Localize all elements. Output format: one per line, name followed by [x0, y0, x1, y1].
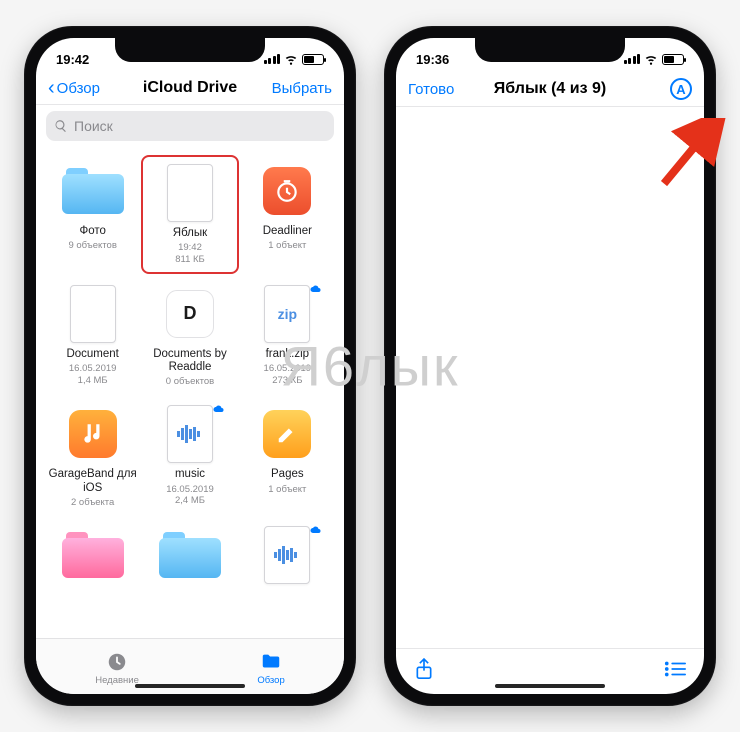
- file-item[interactable]: [143, 521, 236, 595]
- file-meta: 16.05.20191,4 МБ: [69, 363, 117, 387]
- home-indicator[interactable]: [495, 684, 605, 688]
- cell-signal-icon: [624, 54, 641, 64]
- file-name: Documents by Readdle: [145, 348, 234, 374]
- file-meta: 19:42811 КБ: [175, 242, 205, 266]
- file-meta: 2 объекта: [71, 497, 114, 509]
- list-icon: [664, 660, 686, 678]
- file-meta: 16.05.20192,4 МБ: [166, 484, 214, 508]
- file-name: Яблык: [173, 227, 207, 240]
- page-title: Яблык (4 из 9): [494, 80, 606, 98]
- phone-right: 19:36 Готово Яблык (4 из 9) A: [384, 26, 716, 706]
- tab-browse[interactable]: Обзор: [257, 651, 284, 686]
- file-meta: 1 объект: [268, 240, 306, 252]
- status-time: 19:42: [56, 52, 89, 67]
- file-name: Document: [66, 348, 118, 361]
- file-item[interactable]: Deadliner 1 объект: [241, 157, 334, 272]
- callout-arrow: [648, 118, 728, 203]
- file-item[interactable]: zipfrank.zip16.05.2019273 КБ: [241, 280, 334, 392]
- home-indicator[interactable]: [135, 684, 245, 688]
- back-button[interactable]: ‹ Обзор: [48, 78, 120, 98]
- file-name: music: [175, 468, 205, 481]
- file-meta: 1 объект: [268, 484, 306, 496]
- share-icon: [414, 657, 434, 681]
- file-meta: 0 объектов: [166, 376, 214, 388]
- file-name: frank.zip: [266, 348, 309, 361]
- file-item[interactable]: Pages 1 объект: [241, 400, 334, 512]
- back-label: Обзор: [57, 80, 100, 97]
- status-time: 19:36: [416, 52, 449, 67]
- notch: [115, 38, 265, 62]
- file-item[interactable]: Document 16.05.20191,4 МБ: [46, 280, 139, 392]
- file-grid[interactable]: Фото 9 объектов Яблык 19:42811 КБ Deadliner 1…: [36, 147, 344, 638]
- nav-bar: ‹ Обзор iCloud Drive Выбрать: [36, 74, 344, 105]
- markup-icon: A: [670, 78, 692, 100]
- file-name: Deadliner: [263, 225, 312, 238]
- search-icon: [54, 119, 68, 133]
- share-button[interactable]: [414, 657, 434, 686]
- file-meta: 9 объектов: [68, 240, 116, 252]
- file-name: Pages: [271, 468, 304, 481]
- folder-icon: [260, 651, 282, 673]
- file-item[interactable]: GarageBand для iOS 2 объекта: [46, 400, 139, 512]
- chevron-left-icon: ‹: [48, 78, 55, 98]
- file-item[interactable]: [241, 521, 334, 595]
- battery-icon: [302, 54, 324, 65]
- done-button[interactable]: Готово: [408, 81, 480, 98]
- file-item[interactable]: [46, 521, 139, 595]
- file-item[interactable]: DDocuments by Readdle0 объектов: [143, 280, 236, 392]
- wifi-icon: [284, 52, 298, 66]
- file-meta: 16.05.2019273 КБ: [264, 363, 312, 387]
- search-input[interactable]: Поиск: [46, 111, 334, 141]
- cell-signal-icon: [264, 54, 281, 64]
- search-placeholder: Поиск: [74, 118, 113, 134]
- list-button[interactable]: [664, 660, 686, 683]
- file-item[interactable]: Фото 9 объектов: [46, 157, 139, 272]
- markup-button[interactable]: A: [620, 78, 692, 100]
- battery-icon: [662, 54, 684, 65]
- file-item[interactable]: music 16.05.20192,4 МБ: [143, 400, 236, 512]
- file-item[interactable]: Яблык 19:42811 КБ: [143, 157, 236, 272]
- page-title: iCloud Drive: [143, 79, 237, 97]
- clock-icon: [106, 651, 128, 673]
- tab-recent-label: Недавние: [95, 675, 139, 686]
- file-name: Фото: [79, 225, 105, 238]
- nav-bar: Готово Яблык (4 из 9) A: [396, 74, 704, 107]
- tab-recent[interactable]: Недавние: [95, 651, 139, 686]
- tab-browse-label: Обзор: [257, 675, 284, 686]
- phone-left: 19:42 ‹ Обзор iCloud Drive Выбрать Поиск…: [24, 26, 356, 706]
- notch: [475, 38, 625, 62]
- select-button[interactable]: Выбрать: [260, 80, 332, 97]
- file-name: GarageBand для iOS: [48, 468, 137, 494]
- wifi-icon: [644, 52, 658, 66]
